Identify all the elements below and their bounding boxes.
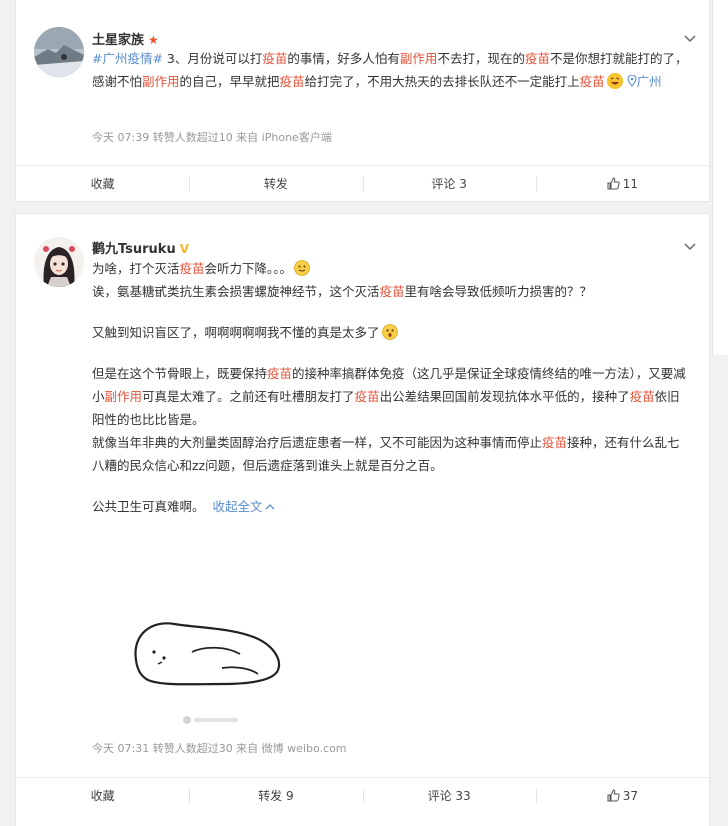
adjacent-panel-edge <box>712 0 728 355</box>
author-avatar[interactable] <box>34 237 84 287</box>
star-badge-icon: ★ <box>148 33 159 47</box>
text-segment: 的自己，早早就把 <box>179 74 280 89</box>
watermark-image <box>183 716 238 724</box>
collect-button[interactable]: 收藏 <box>16 778 189 814</box>
comment-button[interactable]: 评论 3 <box>362 166 536 202</box>
paragraph-3: 又触到知识盲区了，啊啊啊啊啊我不懂的真是太多了 <box>92 321 692 344</box>
weibo-post-1: 土星家族 ★ #广州疫情# 3、月份说可以打疫苗的事情，好多人怕有副作用不去打，现… <box>15 0 710 202</box>
author-name[interactable]: 鹳九Tsuruku V <box>92 238 189 257</box>
keyword-highlight: 疫苗 <box>262 51 288 66</box>
action-bar: 收藏 转发 9 评论 33 37 <box>16 777 709 814</box>
like-count[interactable]: 11 <box>623 177 638 191</box>
paragraph-2: 诶，氨基糖甙类抗生素会损害螺旋神经节，这个灭活疫苗里有啥会导致低频听力损害的？？ <box>92 284 593 299</box>
collapse-link[interactable]: 收起全文 <box>213 499 275 514</box>
like-count[interactable]: 37 <box>623 789 638 803</box>
avatar-image <box>34 27 84 77</box>
location-link[interactable]: 广州 <box>627 74 662 89</box>
text-segment: 给打完了，不用大热天的去排长队还不一定能打上 <box>304 74 580 89</box>
author-avatar[interactable] <box>34 27 84 77</box>
lying-blob-sticker-icon <box>134 622 281 686</box>
paragraph-6: 公共卫生可真难啊。 收起全文 <box>92 495 692 518</box>
like-button[interactable]: 37 <box>535 778 709 814</box>
collect-button[interactable]: 收藏 <box>16 166 189 202</box>
location-text[interactable]: 广州 <box>637 74 662 89</box>
keyword-highlight: 副作用 <box>142 74 180 89</box>
paragraph-1: 为啥，打个灭活疫苗会听力下降。。。 <box>92 257 692 280</box>
thumbs-up-icon <box>607 789 620 802</box>
action-bar: 收藏 转发 评论 3 11 <box>16 165 709 202</box>
smile-emoji-icon <box>294 260 310 276</box>
chevron-up-icon <box>265 504 274 510</box>
post-text: 为啥，打个灭活疫苗会听力下降。。。 诶，氨基糖甙类抗生素会损害螺旋神经节，这个灭… <box>92 257 692 518</box>
author-name[interactable]: 土星家族 ★ <box>92 29 159 48</box>
text-segment: 3、月份说可以打 <box>162 51 263 66</box>
like-button[interactable]: 11 <box>535 166 709 202</box>
hashtag-link[interactable]: #广州疫情# <box>92 51 163 66</box>
text-segment: 不去打，现在的 <box>437 51 525 66</box>
weibo-post-2: 鹳九Tsuruku V 为啥，打个灭活疫苗会听力下降。。。 诶，氨基糖甙类抗生素会… <box>15 213 710 826</box>
location-pin-icon <box>627 74 637 87</box>
verified-v-icon: V <box>179 242 189 256</box>
chevron-down-icon[interactable] <box>683 239 697 253</box>
thumbs-up-icon <box>607 177 620 190</box>
keyword-highlight: 副作用 <box>399 51 438 66</box>
keyword-highlight: 疫苗 <box>579 74 605 89</box>
post-text: #广州疫情# 3、月份说可以打疫苗的事情，好多人怕有副作用不去打，现在的疫苗不是… <box>92 47 692 93</box>
post-meta: 今天 07:39 转赞人数超过10 来自 iPhone客户端 <box>92 131 332 144</box>
sticker-image[interactable] <box>122 602 292 724</box>
paragraph-4: 但是在这个节骨眼上，既要保持疫苗的接种率搞群体免疫（这几乎是保证全球疫情终结的唯… <box>92 366 686 427</box>
chevron-down-icon[interactable] <box>683 31 697 45</box>
post-meta: 今天 07:31 转赞人数超过30 来自 微博 weibo.com <box>92 742 347 755</box>
avatar-image <box>34 237 84 287</box>
keyword-highlight: 疫苗 <box>524 51 550 66</box>
author-name-text[interactable]: 土星家族 <box>92 33 144 48</box>
repost-button[interactable]: 转发 <box>189 166 362 202</box>
paragraph-5: 就像当年非典的大剂量类固醇治疗后遗症患者一样，又不可能因为这种事情而停止疫苗接种… <box>92 435 680 473</box>
keyword-highlight: 疫苗 <box>279 74 305 89</box>
comment-button[interactable]: 评论 33 <box>362 778 536 814</box>
laughing-emoji-icon <box>606 73 623 89</box>
text-segment: 的事情，好多人怕有 <box>287 51 400 66</box>
repost-button[interactable]: 转发 9 <box>189 778 362 814</box>
surprised-emoji-icon <box>381 324 398 340</box>
author-name-text[interactable]: 鹳九Tsuruku <box>92 242 176 257</box>
